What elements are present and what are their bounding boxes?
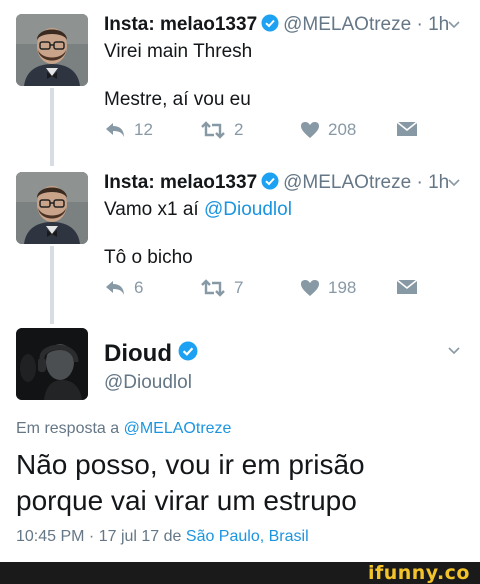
retweet-count: 2 — [234, 120, 244, 139]
tweet-header: Insta: melao1337 @MELAOtreze · 1h — [104, 14, 449, 38]
like-icon — [300, 279, 320, 297]
chevron-down-icon[interactable] — [446, 16, 462, 37]
tweet-text: Vamo x1 aí @Dioudlol — [104, 198, 292, 222]
reply-prefix: Em resposta a — [16, 420, 124, 437]
retweet-icon — [200, 121, 226, 139]
like-count: 208 — [328, 120, 357, 139]
reply-context: Em resposta a @MELAOtreze — [16, 420, 231, 438]
reply-icon — [104, 121, 126, 139]
author-name-text[interactable]: Dioud — [104, 340, 172, 367]
focused-tweet: Dioud @Dioudlol Em resposta a @MELAOtrez… — [0, 328, 480, 558]
tweet-text: Mestre, aí vou eu — [104, 89, 251, 110]
direct-message-button[interactable] — [396, 120, 418, 138]
verified-badge-icon — [261, 172, 279, 196]
retweet-count: 7 — [234, 278, 244, 297]
retweet-button[interactable]: 7 — [200, 278, 243, 298]
like-button[interactable]: 208 — [300, 120, 356, 140]
avatar[interactable] — [16, 328, 88, 400]
reply-button[interactable]: 12 — [104, 120, 153, 140]
chevron-down-icon[interactable] — [446, 174, 462, 195]
tweet-actions: 12 2 208 — [104, 120, 424, 146]
verified-badge-icon — [178, 340, 198, 368]
author-handle[interactable]: @MELAOtreze — [283, 172, 411, 193]
avatar[interactable] — [16, 172, 88, 244]
verified-badge-icon — [261, 14, 279, 38]
tweet-text: Virei main Thresh — [104, 41, 253, 62]
tweet-text: Não posso, vou ir em prisão — [16, 449, 365, 480]
tweet-actions: 6 7 198 — [104, 278, 424, 304]
reply-count: 6 — [134, 278, 144, 297]
tweet-time[interactable]: · 1h — [416, 14, 449, 35]
author-name[interactable]: Insta: melao1337 — [104, 14, 257, 35]
tweet-text: porque vai virar um estrupo — [16, 485, 357, 516]
tweet-header: Insta: melao1337 @MELAOtreze · 1h — [104, 172, 449, 196]
tweet-timestamp: 10:45 PM · 17 jul 17 de São Paulo, Brasi… — [16, 528, 309, 546]
tweet-text: Tô o bicho — [104, 247, 193, 268]
reply-icon — [104, 279, 126, 297]
timestamp-text: 10:45 PM · 17 jul 17 de — [16, 528, 186, 545]
like-button[interactable]: 198 — [300, 278, 356, 298]
mention-link[interactable]: @Dioudlol — [204, 199, 292, 220]
retweet-button[interactable]: 2 — [200, 120, 243, 140]
like-icon — [300, 121, 320, 139]
author-handle[interactable]: @MELAOtreze — [283, 14, 411, 35]
retweet-icon — [200, 279, 226, 297]
author-handle[interactable]: @Dioudlol — [104, 372, 192, 394]
like-count: 198 — [328, 278, 357, 297]
reply-count: 12 — [134, 120, 153, 139]
avatar[interactable] — [16, 14, 88, 86]
author-name[interactable]: Dioud — [104, 340, 202, 368]
author-name[interactable]: Insta: melao1337 — [104, 172, 257, 193]
thread-tweet[interactable]: Insta: melao1337 @MELAOtreze · 1h Virei m… — [0, 14, 480, 154]
location-link[interactable]: São Paulo, Brasil — [186, 528, 309, 545]
direct-message-icon — [396, 120, 418, 138]
direct-message-icon — [396, 278, 418, 296]
thread-tweet[interactable]: Insta: melao1337 @MELAOtreze · 1h Vamo x1… — [0, 172, 480, 312]
direct-message-button[interactable] — [396, 278, 418, 296]
tweet-text-prefix: Vamo x1 aí — [104, 199, 204, 220]
tweet-time[interactable]: · 1h — [416, 172, 449, 193]
chevron-down-icon[interactable] — [446, 342, 462, 363]
watermark-logo: ifunny.co — [367, 562, 470, 584]
watermark-bar: ifunny.co — [0, 562, 480, 584]
mention-link[interactable]: @MELAOtreze — [124, 420, 232, 437]
reply-button[interactable]: 6 — [104, 278, 143, 298]
